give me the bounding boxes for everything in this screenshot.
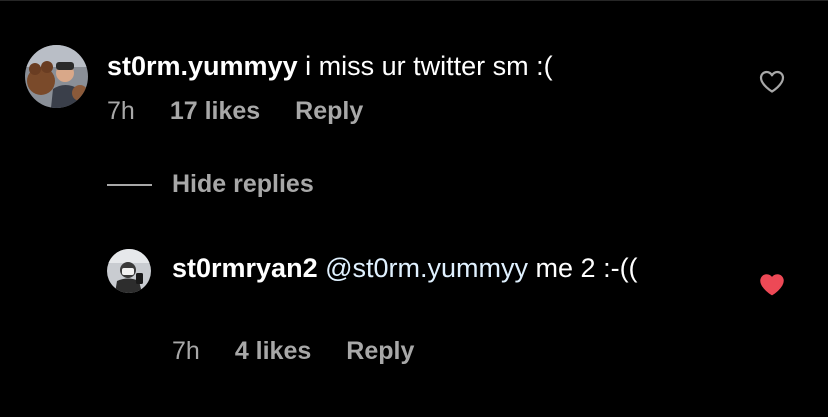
reply-body: st0rmryan2 @st0rm.yummyy me 2 :-(( — [172, 249, 712, 287]
reply-author-avatar[interactable] — [107, 249, 151, 293]
avatar-image — [25, 45, 88, 108]
comment-timestamp: 7h — [107, 97, 135, 125]
reply-mention-link[interactable]: @st0rm.yummyy — [325, 253, 528, 283]
comment-meta: 7h 17 likes Reply — [107, 97, 363, 126]
reply-username[interactable]: st0rmryan2 — [172, 253, 318, 283]
reply-likes-count[interactable]: 4 likes — [235, 337, 311, 366]
reply-text: me 2 :-(( — [535, 253, 638, 283]
hide-replies-label: Hide replies — [172, 170, 314, 198]
avatar-image — [107, 249, 151, 293]
commenter-avatar[interactable] — [25, 45, 88, 108]
top-divider — [0, 0, 828, 1]
reply-meta: 7h 4 likes Reply — [172, 337, 414, 366]
reply-reply-button[interactable]: Reply — [346, 337, 414, 366]
reply-timestamp: 7h — [172, 337, 200, 365]
heart-outline-icon[interactable] — [759, 70, 785, 94]
comment-username[interactable]: st0rm.yummyy — [107, 51, 298, 81]
hide-replies-button[interactable]: Hide replies — [107, 170, 314, 199]
comment-reply-button[interactable]: Reply — [295, 97, 363, 126]
comment-text: i miss ur twitter sm :( — [305, 51, 553, 81]
heart-filled-icon[interactable] — [759, 273, 785, 297]
comment-body: st0rm.yummyy i miss ur twitter sm :( — [107, 47, 553, 85]
replies-divider-line — [107, 183, 152, 186]
comment-likes-count[interactable]: 17 likes — [170, 97, 260, 126]
